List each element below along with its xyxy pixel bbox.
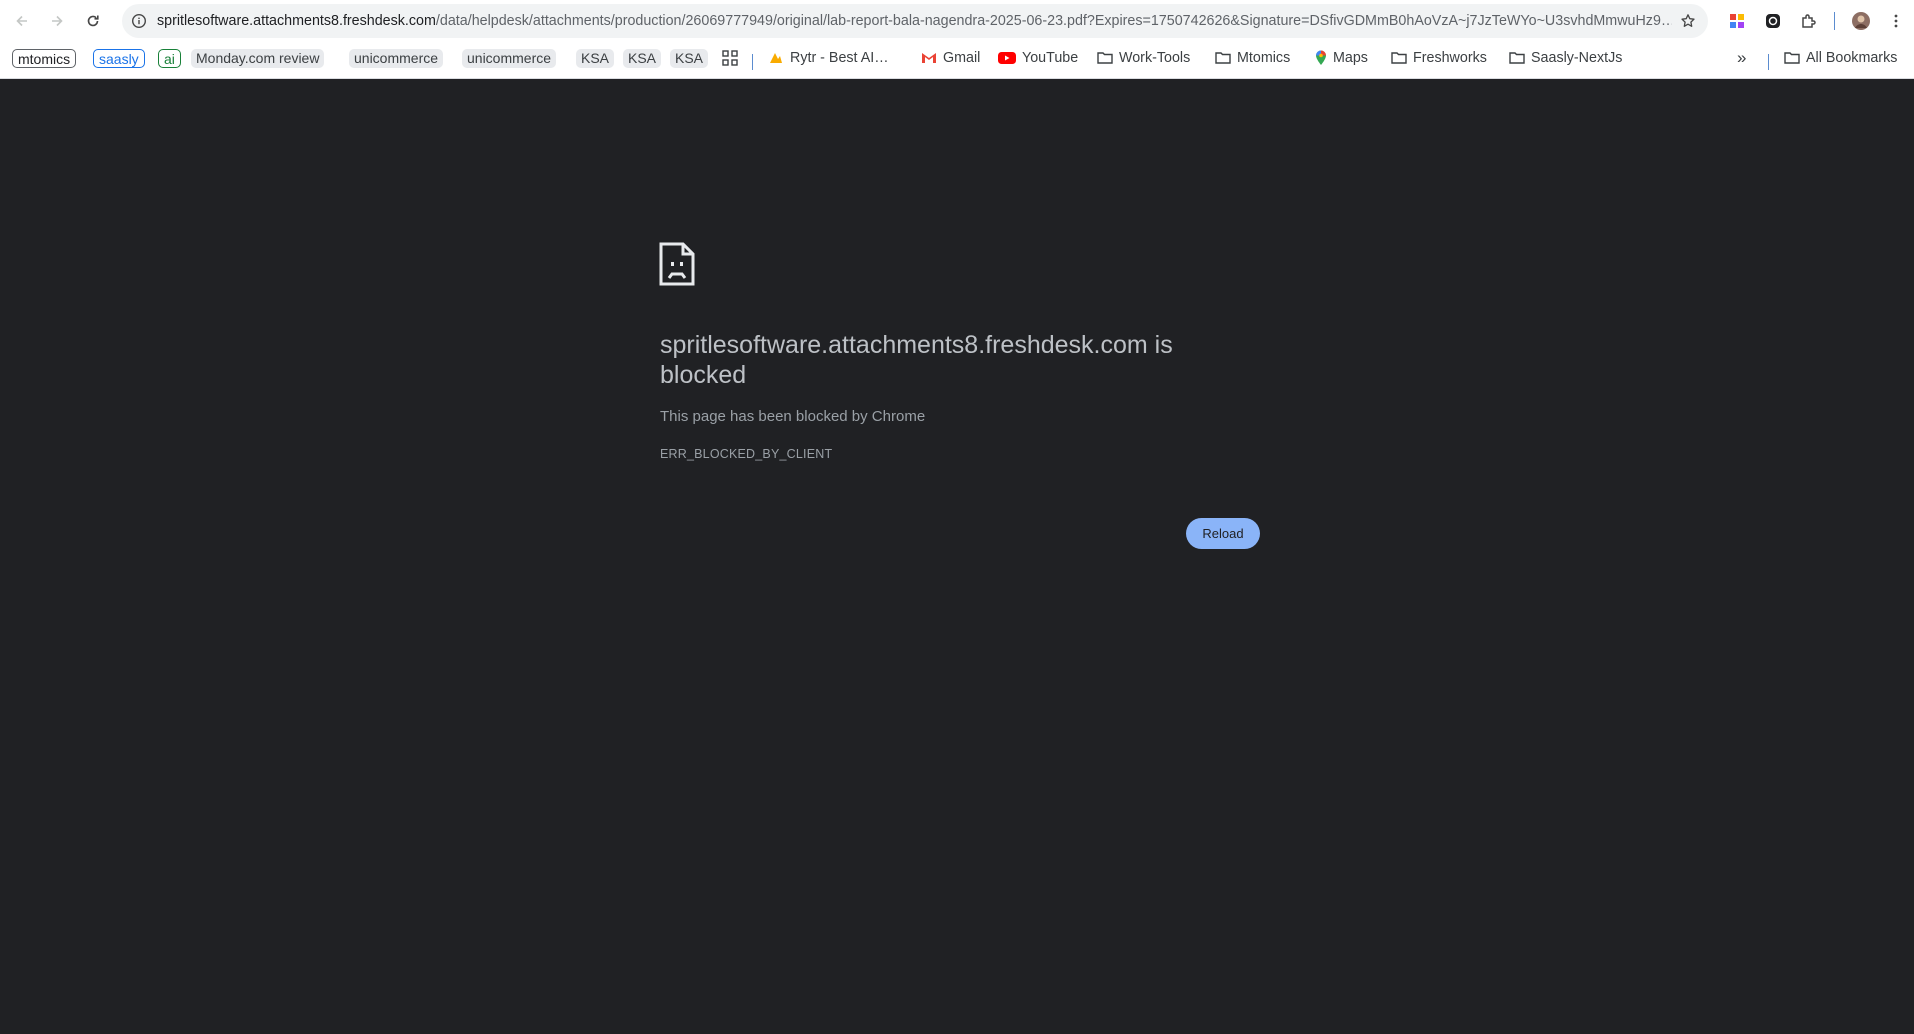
bookmark-label: YouTube [1022,50,1079,66]
url-host: spritlesoftware.attachments8.freshdesk.c… [157,13,436,29]
bookmark-chip[interactable]: mtomics [12,49,77,68]
bookmark-folder-freshworks[interactable]: Freshworks [1391,47,1487,69]
more-bookmarks-button[interactable]: » [1737,47,1746,69]
extension-dark-icon[interactable] [1762,10,1784,32]
arrow-right-icon [52,15,63,27]
error-message: This page has been blocked by Chrome [660,408,926,425]
arrow-left-icon [16,15,27,27]
bookmark-chip[interactable]: Monday.com review [191,49,325,68]
youtube-icon [998,52,1016,64]
back-button[interactable] [8,7,36,35]
bookmark-folder-saasly-nextjs[interactable]: Saasly-NextJs [1509,47,1622,69]
bookmark-label: All Bookmarks [1806,50,1898,66]
folder-icon [1215,52,1231,64]
bookmark-chip[interactable]: KSA [576,49,615,68]
forward-button[interactable] [43,7,71,35]
error-code: ERR_BLOCKED_BY_CLIENT [660,447,833,461]
bookmark-label: Mtomics [1237,50,1291,66]
maps-pin-icon [1316,50,1326,65]
bookmark-chip[interactable]: unicommerce [462,49,557,68]
refresh-icon [87,15,99,27]
chrome-menu-button[interactable] [1882,7,1910,35]
toolbar-divider [1834,12,1835,30]
profile-avatar[interactable] [1850,10,1872,32]
extensions-puzzle-icon[interactable] [1798,10,1820,32]
bookmark-chip[interactable]: KSA [623,49,662,68]
gmail-icon [922,53,936,63]
bookmark-chip[interactable]: KSA [670,49,709,68]
address-bar[interactable]: spritlesoftware.attachments8.freshdesk.c… [122,4,1708,38]
folder-icon [1391,52,1407,64]
extension-colorful-icon[interactable] [1726,10,1748,32]
error-title: spritlesoftware.attachments8.freshdesk.c… [660,331,1173,389]
bookmark-rytr[interactable]: Rytr - Best AI… [768,47,889,69]
bookmark-chip[interactable]: unicommerce [349,49,444,68]
folder-icon [1509,52,1525,64]
bookmark-label: Saasly-NextJs [1531,50,1623,66]
url-text[interactable]: spritlesoftware.attachments8.freshdesk.c… [157,4,1672,38]
bookmarks-divider [1768,54,1769,70]
bookmark-folder-mtomics[interactable]: Mtomics [1215,47,1290,69]
bookmark-youtube[interactable]: YouTube [998,47,1078,69]
browser-toolbar: spritlesoftware.attachments8.freshdesk.c… [0,0,1914,42]
bookmark-chip[interactable]: ai [158,49,181,68]
bookmark-folder-work-tools[interactable]: Work-Tools [1097,47,1190,69]
more-vert-icon [1894,14,1898,28]
folder-icon [1097,52,1113,64]
bookmark-label: Freshworks [1413,50,1487,66]
bookmark-label: Work-Tools [1119,50,1191,66]
bookmark-chip[interactable]: saasly [93,49,145,68]
all-bookmarks-folder[interactable]: All Bookmarks [1784,47,1897,69]
url-path: /data/helpdesk/attachments/production/26… [435,13,1672,29]
bookmark-label: Gmail [943,50,981,66]
rytr-icon [770,53,782,63]
bookmark-star-icon[interactable] [1678,11,1698,31]
bookmarks-bar: mtomics saasly ai Monday.com review unic… [0,42,1914,79]
apps-grid-icon[interactable] [722,47,738,69]
folder-icon [1784,52,1800,64]
bookmark-maps[interactable]: Maps [1315,47,1368,69]
bookmark-gmail[interactable]: Gmail [921,47,980,69]
reload-toolbar-button[interactable] [79,7,107,35]
bookmark-label: Rytr - Best AI… [790,50,889,66]
site-info-icon[interactable] [130,12,148,30]
sad-page-icon [659,242,695,286]
bookmarks-divider [752,54,753,70]
bookmark-label: Maps [1333,50,1368,66]
reload-button[interactable]: Reload [1186,518,1260,549]
